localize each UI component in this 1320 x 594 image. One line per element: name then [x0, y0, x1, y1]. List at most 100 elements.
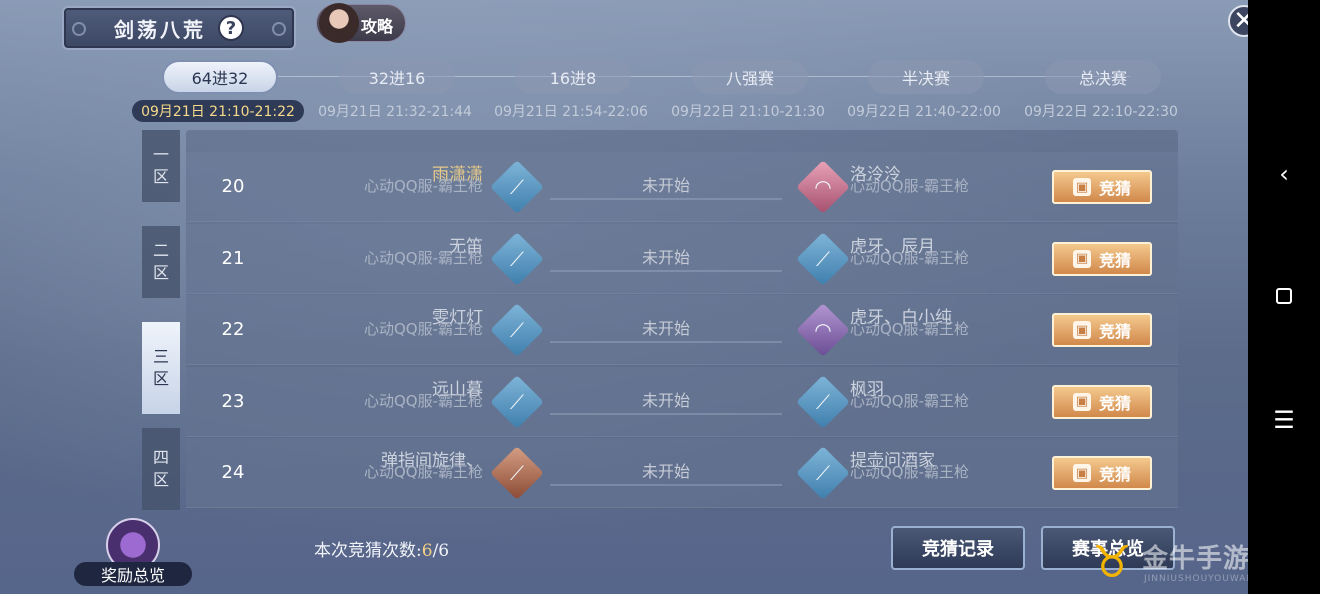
match-number: 20	[221, 176, 245, 197]
match-row: 23 远山暮 心动QQ服-霸王枪 未开始 枫羽 心动QQ服-霸王枪 ▣ 竞猜 ⟋ ⟋	[186, 366, 1178, 437]
zone-tab-4[interactable]: 四区	[142, 428, 180, 510]
match-status: 未开始	[550, 315, 782, 343]
spear-emblem-icon: ⟋	[490, 231, 544, 286]
match-number: 24	[221, 462, 245, 483]
fan-glyph-icon: ◠	[814, 318, 832, 342]
match-table: 20 雨潇潇 心动QQ服-霸王枪 未开始 洛泠泠 心动QQ服-霸王枪 ▣ 竞猜 ⟋ ◠ 21 无笛 心动…	[186, 130, 1178, 510]
spear-glyph-icon: ⟋	[510, 389, 524, 414]
player2-server: 心动QQ服-霸王枪	[850, 320, 970, 338]
nav-home-icon[interactable]	[1248, 276, 1320, 316]
zone-label: 三	[152, 347, 169, 366]
zone-label: 区	[152, 167, 169, 186]
player1-server: 心动QQ服-霸王枪	[363, 177, 483, 195]
match-number: 23	[221, 390, 245, 412]
stage-time: 09月21日 21:54-22:06	[494, 104, 648, 120]
spear-glyph-icon: ⟋	[510, 318, 524, 342]
ornament-icon	[72, 22, 86, 36]
nav-back-icon[interactable]: ‹	[1248, 154, 1320, 194]
stage-time: 09月22日 21:10-21:30	[671, 104, 825, 120]
stage-tab-5[interactable]: 半决赛	[868, 60, 984, 94]
bet-button-label: 竞猜	[1098, 179, 1131, 198]
player2-server: 心动QQ服-霸王枪	[850, 391, 970, 410]
spear-emblem-icon: ⟋	[490, 446, 544, 500]
match-row: 22 雯灯灯 心动QQ服-霸王枪 未开始 虎牙、白小纯 心动QQ服-霸王枪 ▣ 竞猜 ⟋ ◠	[186, 295, 1178, 365]
spear-emblem-icon: ⟋	[796, 231, 850, 286]
bet-count-used: 6	[421, 541, 433, 561]
zone-tab-1[interactable]: 一区	[142, 130, 180, 202]
stage-tab-4[interactable]: 八强赛	[692, 60, 808, 94]
zone-tabs: 一区 二区 三区 四区	[142, 130, 180, 510]
player1-server: 心动QQ服-霸王枪	[363, 320, 483, 338]
bet-count: 本次竞猜次数:6/6	[314, 536, 449, 561]
bet-button[interactable]: ▣ 竞猜	[1052, 384, 1152, 419]
match-status: 未开始	[550, 172, 782, 200]
nav-menu-icon[interactable]: ☰	[1248, 400, 1320, 440]
spear-glyph-icon: ⟋	[510, 175, 524, 199]
guide-button[interactable]: 攻略	[316, 3, 406, 43]
spear-emblem-icon: ⟋	[490, 160, 544, 214]
stage-time: 09月21日 21:10-21:22	[132, 100, 304, 122]
fan-glyph-icon: ◠	[814, 175, 832, 199]
gift-box-icon: ▣	[1072, 392, 1091, 411]
spear-emblem-icon: ⟋	[490, 374, 544, 429]
player2-server: 心动QQ服-霸王枪	[850, 177, 970, 195]
bet-count-total: /6	[432, 541, 450, 561]
bet-button[interactable]: ▣ 竞猜	[1052, 456, 1152, 490]
spear-glyph-icon: ⟋	[510, 461, 524, 485]
player2-server: 心动QQ服-霸王枪	[850, 248, 970, 267]
match-status: 未开始	[550, 458, 782, 486]
bet-record-button[interactable]: 竞猜记录	[891, 526, 1025, 570]
stage-tab-3[interactable]: 16进8	[515, 60, 631, 94]
bet-button-label: 竞猜	[1098, 393, 1131, 413]
bet-button-label: 竞猜	[1098, 250, 1131, 270]
system-nav-bar: ‹ ☰	[1248, 0, 1320, 594]
ornament-icon	[272, 22, 286, 36]
spear-emblem-icon: ⟋	[796, 446, 850, 500]
bet-button-label: 竞猜	[1098, 465, 1131, 484]
stage-tab-2[interactable]: 32进16	[339, 60, 455, 94]
match-number: 22	[221, 319, 245, 340]
bet-button-label: 竞猜	[1098, 322, 1131, 341]
zone-label: 四	[152, 448, 169, 467]
player2-server: 心动QQ服-霸王枪	[850, 463, 970, 481]
match-number: 21	[221, 247, 245, 269]
event-title-plaque: 剑荡八荒 ?	[62, 6, 296, 50]
gift-box-icon: ▣	[1072, 464, 1091, 482]
spear-emblem-icon: ⟋	[796, 374, 850, 429]
match-status: 未开始	[550, 387, 782, 415]
stage-tab-1[interactable]: 64进32	[162, 60, 278, 94]
reward-overview-label[interactable]: 奖励总览	[74, 562, 192, 586]
bet-button[interactable]: ▣ 竞猜	[1052, 313, 1152, 347]
stage-time: 09月21日 21:32-21:44	[318, 104, 472, 120]
guide-avatar	[319, 3, 359, 43]
spear-glyph-icon: ⟋	[816, 389, 830, 414]
match-row: 24 弹指间旋律、 心动QQ服-霸王枪 未开始 提壶问酒家 心动QQ服-霸王枪 ▣ 竞猜 ⟋ ⟋	[186, 438, 1178, 508]
gift-box-icon: ▣	[1072, 249, 1091, 268]
bull-logo-icon: ♉	[1092, 536, 1132, 588]
zone-label: 二	[152, 241, 169, 260]
zone-label: 区	[152, 369, 169, 388]
match-row: 21 无笛 心动QQ服-霸王枪 未开始 虎牙、辰月 心动QQ服-霸王枪 ▣ 竞猜 ⟋ ⟋	[186, 223, 1178, 294]
bet-button[interactable]: ▣ 竞猜	[1052, 170, 1152, 204]
bet-button[interactable]: ▣ 竞猜	[1052, 241, 1152, 276]
fan-emblem-icon: ◠	[796, 303, 850, 357]
gift-box-icon: ▣	[1072, 178, 1091, 196]
watermark-subtext: JINNIUSHOUYOUWANG	[1144, 574, 1263, 584]
spear-glyph-icon: ⟋	[510, 246, 524, 271]
page-title: 剑荡八荒	[114, 17, 206, 42]
guide-label: 攻略	[361, 17, 394, 36]
zone-tab-2[interactable]: 二区	[142, 226, 180, 298]
zone-label: 区	[152, 263, 169, 282]
zone-label: 区	[152, 470, 169, 489]
stage-time: 09月22日 21:40-22:00	[847, 104, 1001, 120]
match-row: 20 雨潇潇 心动QQ服-霸王枪 未开始 洛泠泠 心动QQ服-霸王枪 ▣ 竞猜 ⟋ ◠	[186, 152, 1178, 222]
player1-server: 心动QQ服-霸王枪	[363, 248, 483, 267]
gift-box-icon: ▣	[1072, 321, 1091, 339]
zone-tab-3[interactable]: 三区	[142, 322, 180, 414]
match-status: 未开始	[550, 244, 782, 272]
zone-label: 一	[152, 145, 169, 164]
spear-emblem-icon: ⟋	[490, 303, 544, 357]
stage-tab-6[interactable]: 总决赛	[1045, 60, 1161, 94]
help-button[interactable]: ?	[218, 15, 244, 41]
player1-server: 心动QQ服-霸王枪	[363, 463, 483, 481]
